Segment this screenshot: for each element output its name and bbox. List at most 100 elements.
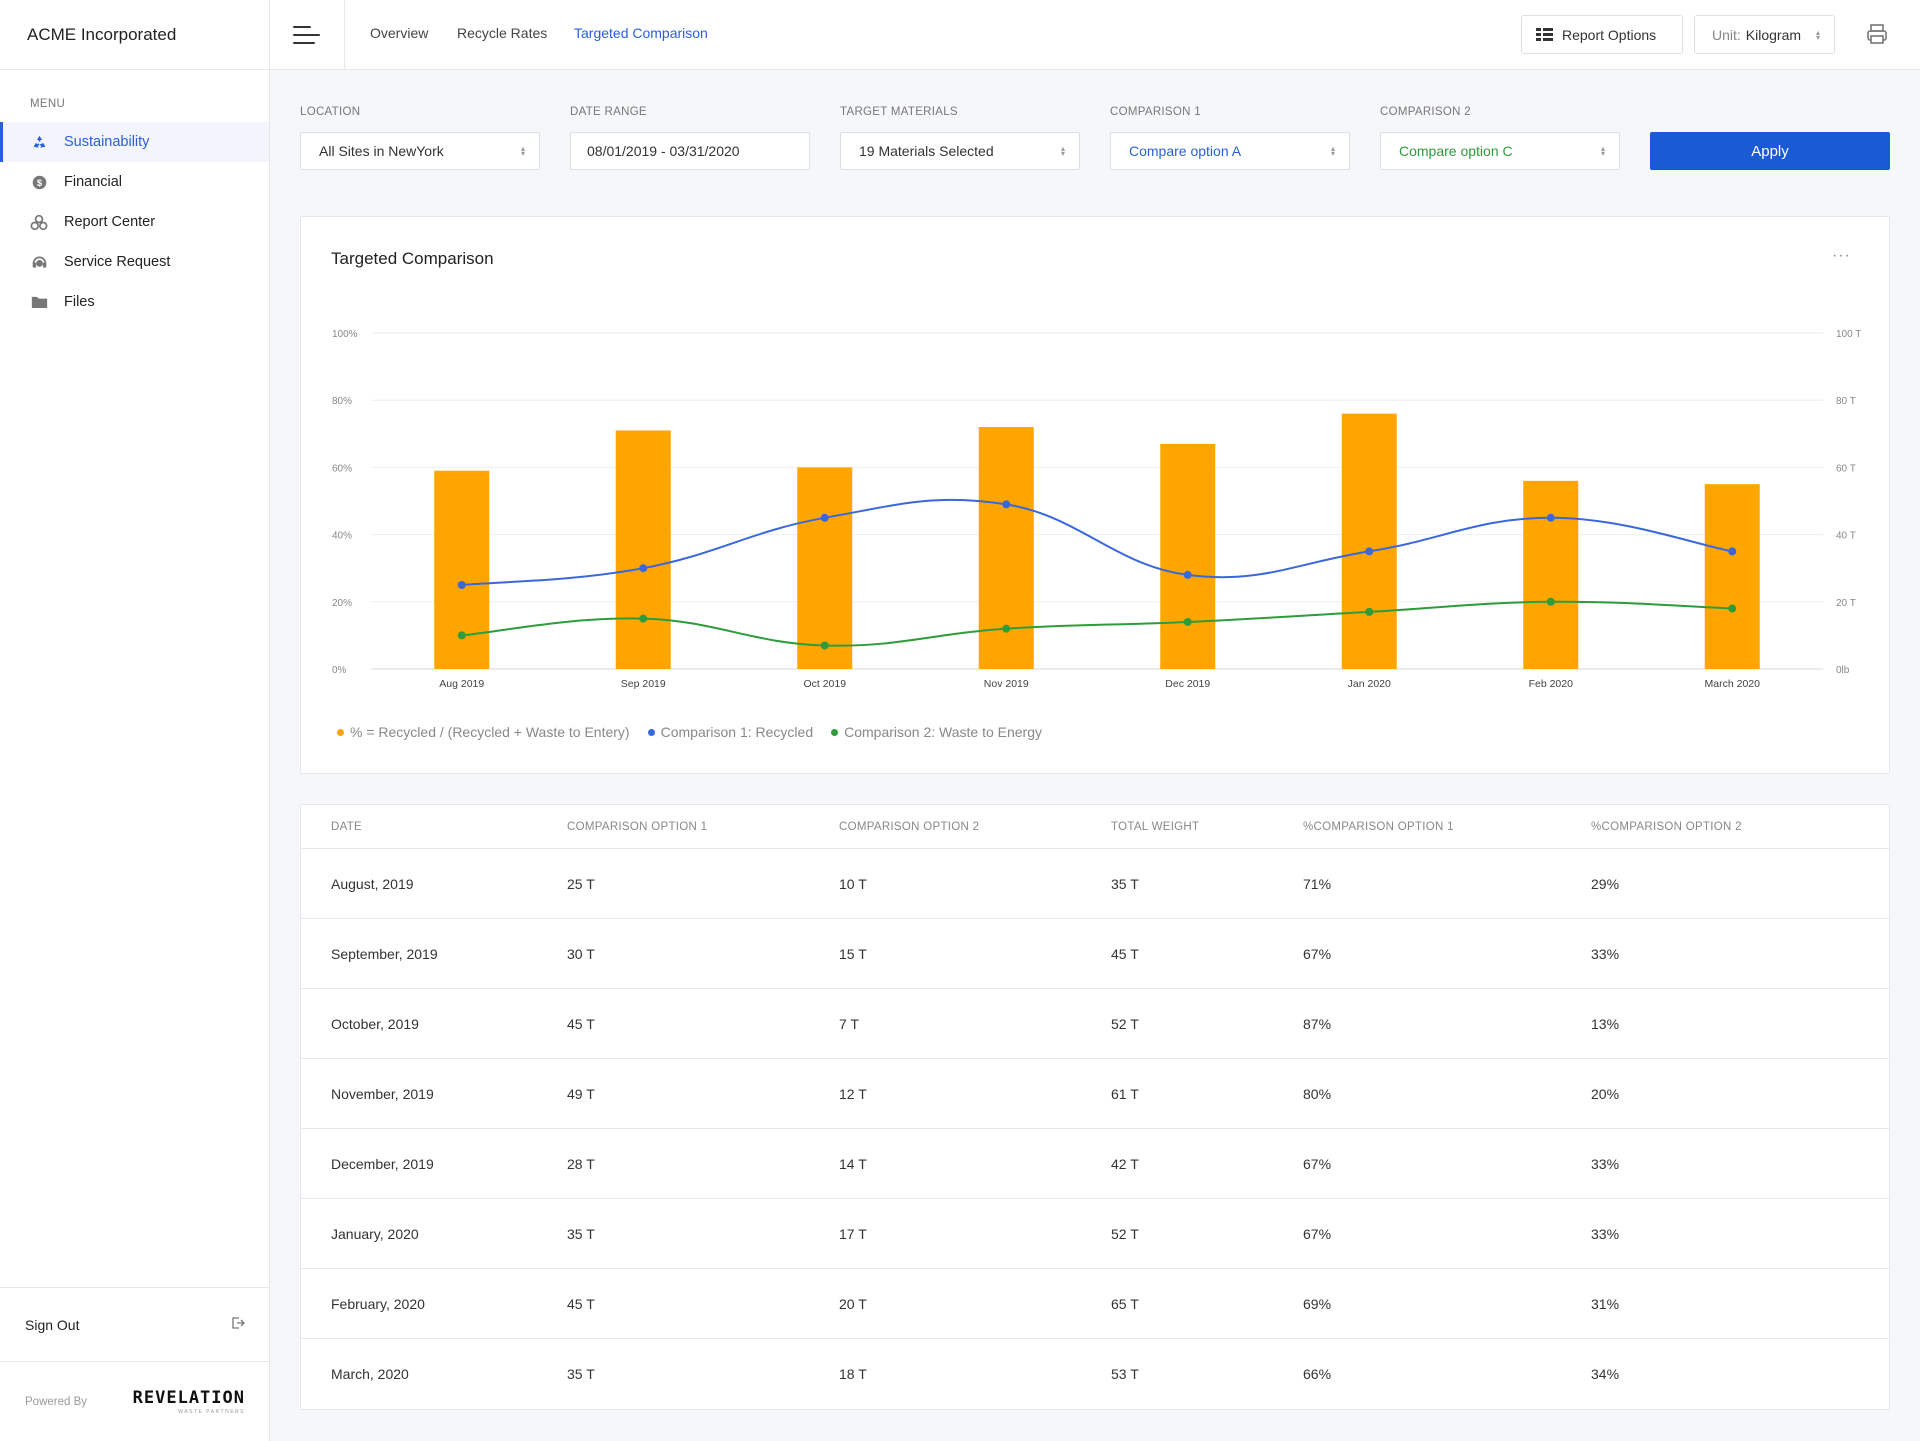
table-cell: 29%	[1591, 876, 1620, 892]
table-cell: August, 2019	[331, 876, 414, 892]
recycle-icon	[30, 133, 48, 151]
table-cell: 52 T	[1111, 1226, 1139, 1242]
y-tick-label-right: 80 T	[1836, 396, 1856, 407]
table-cell: 33%	[1591, 1156, 1620, 1172]
target-materials-label: TARGET MATERIALS	[840, 106, 958, 118]
nav-divider	[344, 0, 345, 70]
sidebar-item-financial[interactable]: $ Financial	[0, 162, 269, 202]
chevron-updown-icon: ▴ ▾	[1060, 144, 1065, 158]
table-cell: 66%	[1303, 1366, 1332, 1382]
app-title: ACME Incorporated	[0, 0, 269, 70]
column-header: COMPARISON OPTION 1	[567, 821, 708, 833]
sidebar-item-sustainability[interactable]: Sustainability	[0, 122, 269, 162]
data-point	[1728, 604, 1737, 613]
x-tick-label: March 2020	[1705, 678, 1761, 690]
apply-button[interactable]: Apply	[1650, 132, 1890, 170]
y-tick-label-right: 60 T	[1836, 463, 1856, 474]
data-point	[457, 631, 466, 640]
bar	[1160, 443, 1216, 669]
sign-out-button[interactable]: Sign Out	[0, 1287, 269, 1362]
x-tick-label: Feb 2020	[1529, 678, 1574, 690]
menu-toggle-icon[interactable]	[293, 23, 321, 47]
location-select[interactable]: All Sites in NewYork ▴ ▾	[300, 132, 540, 170]
legend-label: % = Recycled / (Recycled + Waste to Ente…	[350, 724, 630, 740]
comparison2-label: COMPARISON 2	[1380, 106, 1471, 118]
chart-legend: % = Recycled / (Recycled + Waste to Ente…	[337, 724, 1060, 740]
table-row: January, 2020 35 T 17 T 52 T 67% 33%	[301, 1199, 1889, 1269]
table-body: August, 2019 25 T 10 T 35 T 71% 29% September,…	[301, 849, 1889, 1409]
legend-dot	[337, 728, 344, 736]
table-cell: March, 2020	[331, 1366, 409, 1382]
table-cell: 35 T	[567, 1226, 595, 1242]
column-header: DATE	[331, 821, 363, 833]
table-cell: 67%	[1303, 1226, 1332, 1242]
x-tick-label: Aug 2019	[439, 678, 484, 690]
unit-label: Unit:	[1712, 26, 1741, 43]
table-cell: 33%	[1591, 946, 1620, 962]
date-range-value: 08/01/2019 - 03/31/2020	[587, 143, 740, 159]
date-range-label: DATE RANGE	[570, 106, 647, 118]
column-header: %COMPARISON OPTION 2	[1591, 821, 1742, 833]
print-icon[interactable]	[1865, 22, 1889, 46]
table-cell: 67%	[1303, 1156, 1332, 1172]
table-cell: 53 T	[1111, 1366, 1139, 1382]
sidebar-item-service-request[interactable]: Service Request	[0, 242, 269, 282]
table-row: September, 2019 30 T 15 T 45 T 67% 33%	[301, 919, 1889, 989]
unit-select[interactable]: Unit: Kilogram ▴ ▾	[1694, 15, 1835, 54]
column-header: %COMPARISON OPTION 1	[1303, 821, 1454, 833]
chart-card: Targeted Comparison ··· 0% 0lb 20% 20 T 40% 4…	[300, 216, 1890, 774]
table-cell: September, 2019	[331, 946, 438, 962]
comparison1-select[interactable]: Compare option A ▴ ▾	[1110, 132, 1350, 170]
report-options-button[interactable]: Report Options	[1521, 15, 1683, 54]
powered-by-label: Powered By	[25, 1395, 88, 1408]
dollar-icon: $	[30, 173, 48, 191]
comparison2-select[interactable]: Compare option C ▴ ▾	[1380, 132, 1620, 170]
table-cell: 49 T	[567, 1086, 595, 1102]
sidebar-item-report-center[interactable]: Report Center	[0, 202, 269, 242]
report-options-label: Report Options	[1562, 26, 1657, 43]
sidebar-item-label: Service Request	[64, 254, 171, 270]
data-point	[1002, 624, 1011, 633]
x-tick-label: Jan 2020	[1348, 678, 1391, 690]
tab-targeted-comparison[interactable]: Targeted Comparison	[574, 25, 708, 41]
date-range-input[interactable]: 08/01/2019 - 03/31/2020	[570, 132, 810, 170]
bar	[1341, 413, 1397, 669]
y-tick-label-left: 80%	[332, 396, 352, 407]
y-tick-label-left: 100%	[332, 329, 358, 340]
table-cell: October, 2019	[331, 1016, 419, 1032]
table-cell: 18 T	[839, 1366, 867, 1382]
legend-item-comparison2[interactable]: Comparison 2: Waste to Energy	[831, 724, 1042, 740]
sidebar-item-files[interactable]: Files	[0, 282, 269, 322]
comparison1-label: COMPARISON 1	[1110, 106, 1201, 118]
sidebar: ACME Incorporated MENU Sustainability $ …	[0, 0, 270, 1441]
comparison1-value: Compare option A	[1129, 143, 1242, 159]
table-cell: 7 T	[839, 1016, 859, 1032]
tab-overview[interactable]: Overview	[370, 25, 428, 41]
table-cell: 31%	[1591, 1296, 1620, 1312]
table-cell: 42 T	[1111, 1156, 1139, 1172]
bar	[615, 430, 671, 669]
tab-recycle-rates[interactable]: Recycle Rates	[457, 25, 547, 41]
table-cell: 33%	[1591, 1226, 1620, 1242]
svg-text:$: $	[36, 177, 42, 187]
x-tick-label: Sep 2019	[621, 678, 666, 690]
table-cell: 65 T	[1111, 1296, 1139, 1312]
table-cell: 30 T	[567, 946, 595, 962]
sidebar-item-label: Sustainability	[64, 134, 150, 150]
table-cell: 71%	[1303, 876, 1332, 892]
legend-item-comparison1[interactable]: Comparison 1: Recycled	[647, 724, 814, 740]
legend-label: Comparison 1: Recycled	[660, 724, 814, 740]
y-tick-label-left: 20%	[332, 598, 352, 609]
y-tick-label-left: 40%	[332, 531, 352, 542]
table-cell: 45 T	[567, 1016, 595, 1032]
target-materials-select[interactable]: 19 Materials Selected ▴ ▾	[840, 132, 1080, 170]
data-point	[820, 641, 829, 650]
table-cell: 52 T	[1111, 1016, 1139, 1032]
revelation-logo: REVELATION WASTE PARTNERS	[133, 1388, 245, 1415]
legend-dot	[647, 728, 655, 736]
bar	[1704, 484, 1760, 669]
sidebar-item-label: Files	[64, 294, 95, 310]
table-cell: 45 T	[1111, 946, 1139, 962]
table-cell: 13%	[1591, 1016, 1620, 1032]
legend-item-recycled-rate[interactable]: % = Recycled / (Recycled + Waste to Ente…	[337, 724, 630, 740]
